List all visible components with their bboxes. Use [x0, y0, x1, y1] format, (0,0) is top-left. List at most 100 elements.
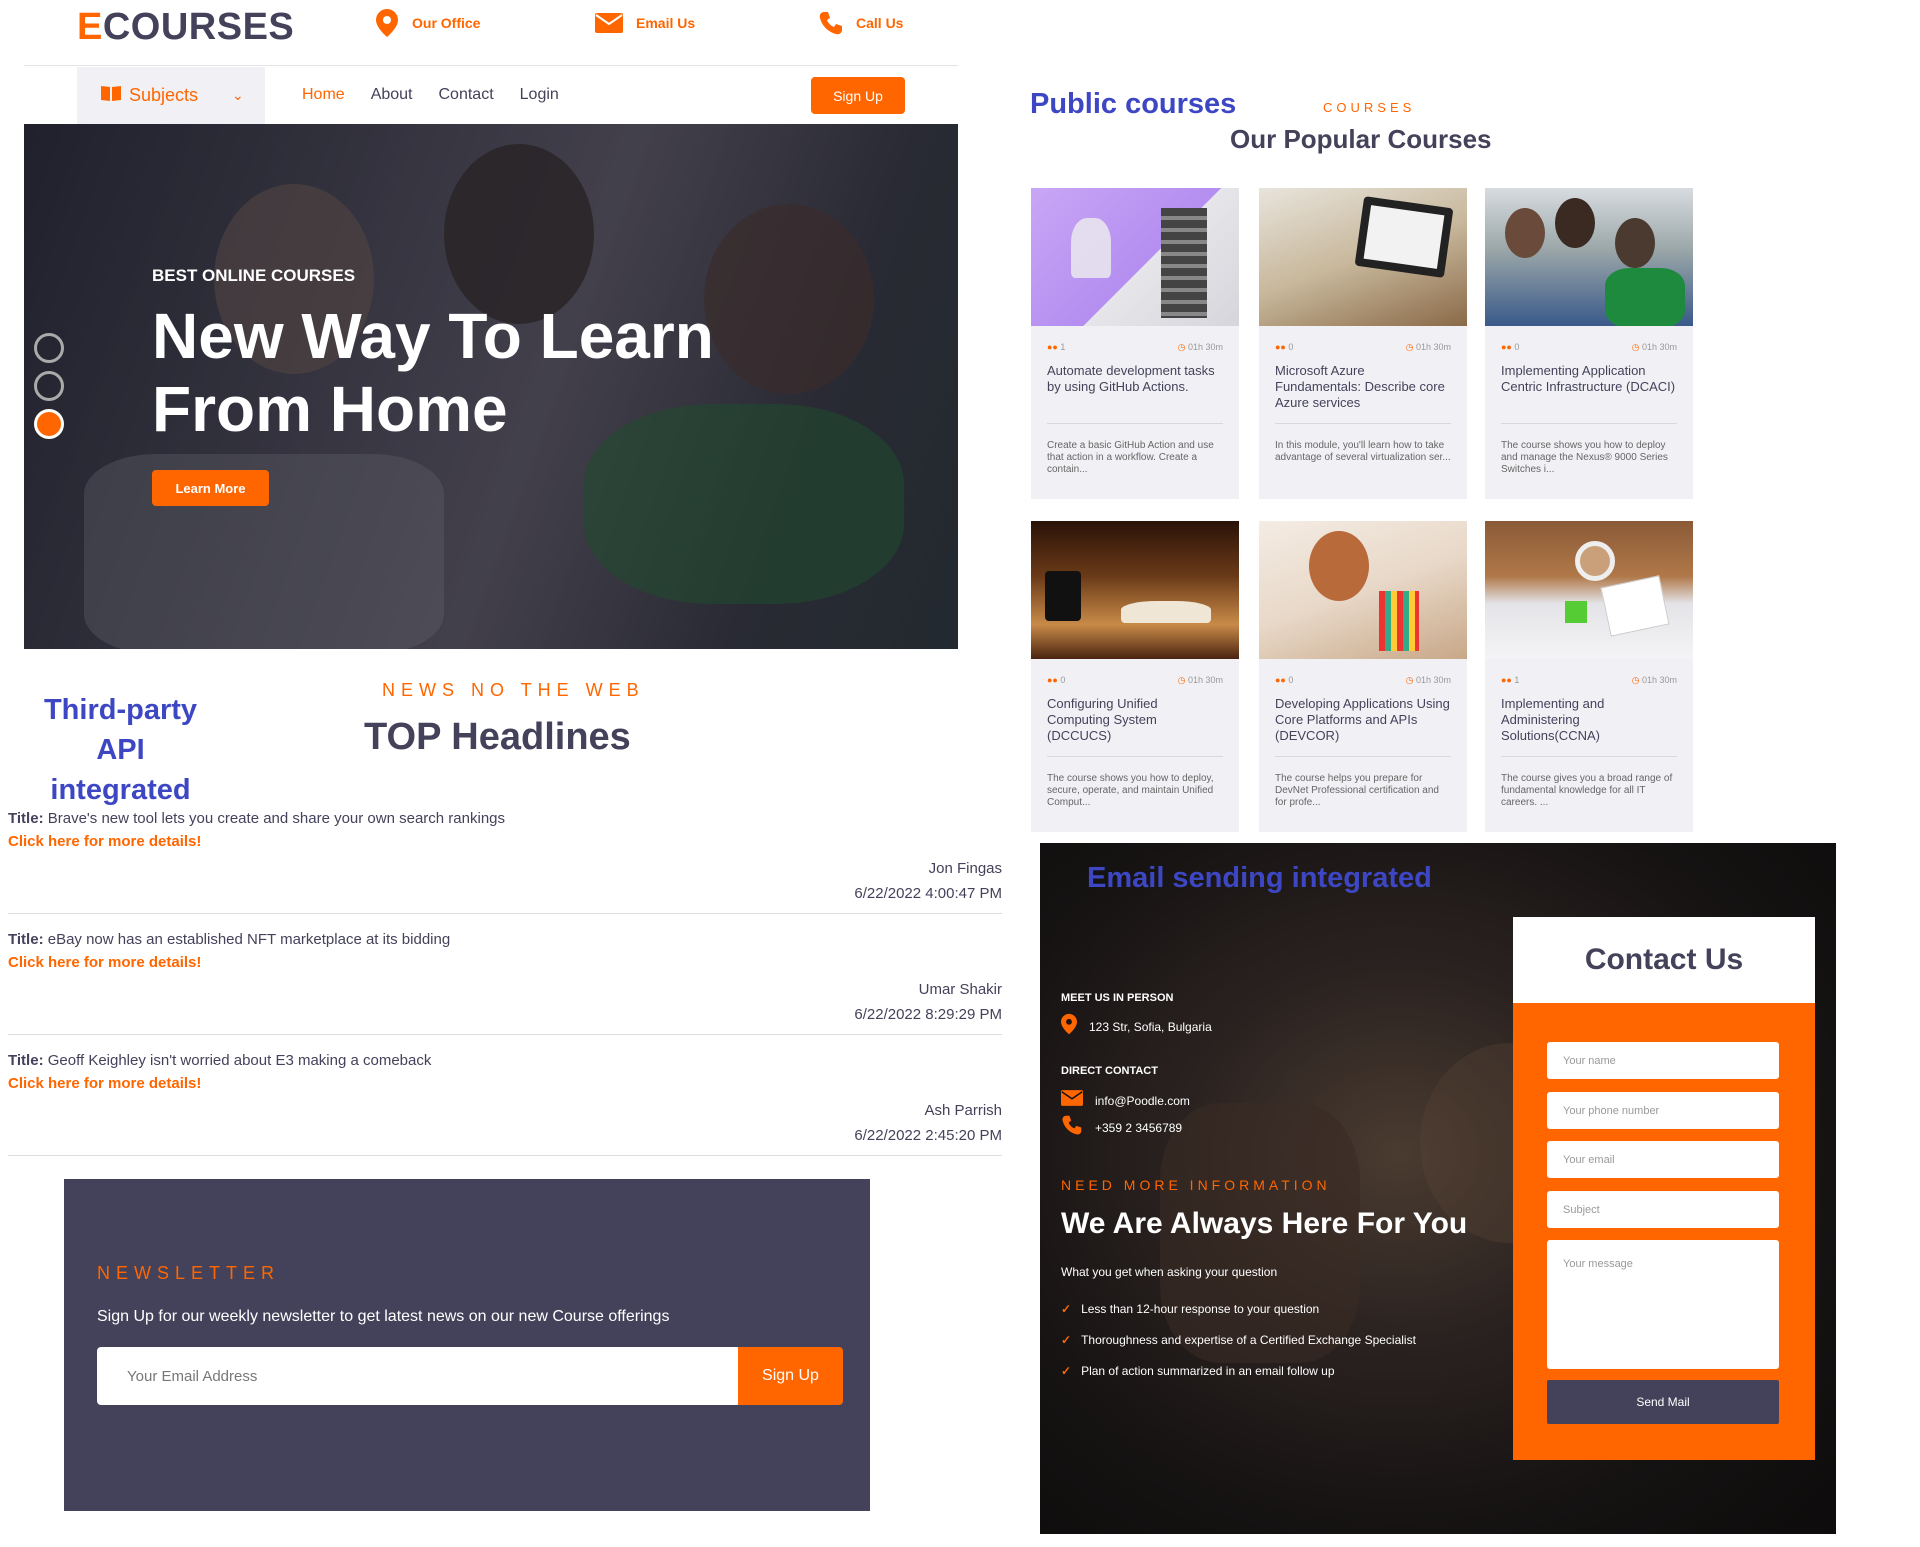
course-meta: ●● 0 ◷ 01h 30m: [1031, 659, 1239, 686]
api-annotation-line1: Third-party API: [43, 694, 198, 766]
check-icon: ✓: [1061, 1333, 1072, 1347]
logo-text: COURSES: [102, 6, 295, 48]
course-title: Implementing and Administering Solutions…: [1501, 696, 1605, 743]
course-title: Configuring Unified Computing System (DC…: [1047, 696, 1158, 743]
nav-contact[interactable]: Contact: [439, 86, 494, 104]
course-duration: ◷ 01h 30m: [1406, 675, 1451, 686]
course-image: [1259, 521, 1467, 659]
carousel-dot-1[interactable]: [34, 333, 64, 363]
students-count: ●● 0: [1275, 342, 1293, 353]
hero-title-line1: New Way To Learn: [152, 300, 714, 372]
header-divider: [24, 65, 958, 66]
header-office[interactable]: Our Office: [374, 9, 480, 37]
course-card[interactable]: ●● 0 ◷ 01h 30m Implementing Application …: [1485, 188, 1693, 499]
students-value: 0: [1514, 342, 1520, 352]
check-icon: ✓: [1061, 1364, 1072, 1378]
learn-more-button[interactable]: Learn More: [152, 470, 269, 506]
students-count: ●● 0: [1047, 675, 1065, 686]
subject-input[interactable]: Subject: [1547, 1191, 1779, 1228]
clock-icon: ◷: [1405, 342, 1414, 352]
course-duration: ◷ 01h 30m: [1178, 675, 1223, 686]
nav-home[interactable]: Home: [302, 86, 345, 104]
site-logo[interactable]: ECOURSES: [77, 6, 294, 49]
clock-icon: ◷: [1405, 675, 1414, 685]
users-icon: ●●: [1501, 342, 1512, 352]
course-card[interactable]: ●● 0 ◷ 01h 30m Developing Applications U…: [1259, 521, 1467, 832]
course-meta: ●● 1 ◷ 01h 30m: [1031, 326, 1239, 353]
newsletter-email-input[interactable]: Your Email Address: [97, 1347, 738, 1405]
phone-icon: [1061, 1114, 1083, 1141]
course-card[interactable]: ●● 1 ◷ 01h 30m Automate development task…: [1031, 188, 1239, 499]
duration-value: 01h 30m: [1415, 675, 1451, 685]
email-input[interactable]: Your email: [1547, 1141, 1779, 1178]
carousel-dot-3[interactable]: [34, 409, 64, 439]
course-description: Create a basic GitHub Action and use tha…: [1047, 440, 1214, 475]
name-input[interactable]: Your name: [1547, 1042, 1779, 1079]
benefit-item: ✓ Thoroughness and expertise of a Certifi…: [1061, 1333, 1416, 1347]
course-image: [1031, 188, 1239, 326]
api-annotation-line2: integrated: [50, 774, 191, 806]
course-image: [1259, 188, 1467, 326]
courses-eyebrow: COURSES: [1323, 100, 1416, 115]
envelope-icon: [594, 10, 624, 36]
hero-carousel: BEST ONLINE COURSES New Way To Learn Fro…: [24, 124, 958, 649]
news-details-link[interactable]: Click here for more details!: [8, 1075, 1002, 1092]
news-details-link[interactable]: Click here for more details!: [8, 833, 1002, 850]
news-item-title: Title: Brave's new tool lets you create …: [8, 810, 1002, 827]
benefit-item: ✓ Less than 12-hour response to your ques…: [1061, 1302, 1319, 1316]
contact-eyebrow: NEED MORE INFORMATION: [1061, 1177, 1331, 1193]
title-label: Title:: [8, 1052, 44, 1069]
students-count: ●● 1: [1047, 342, 1065, 353]
news-author: Jon Fingas: [928, 860, 1002, 877]
clock-icon: ◷: [1631, 675, 1640, 685]
phone-input[interactable]: Your phone number: [1547, 1092, 1779, 1129]
course-meta: ●● 1 ◷ 01h 30m: [1485, 659, 1693, 686]
email-row[interactable]: info@Poodle.com: [1061, 1090, 1190, 1111]
nav-about[interactable]: About: [371, 86, 413, 104]
students-value: 0: [1288, 342, 1294, 352]
students-count: ●● 0: [1275, 675, 1293, 686]
main-nav: Home About Contact Login: [302, 86, 559, 104]
send-mail-button[interactable]: Send Mail: [1547, 1380, 1779, 1424]
students-value: 1: [1514, 675, 1520, 685]
course-card[interactable]: ●● 1 ◷ 01h 30m Implementing and Administ…: [1485, 521, 1693, 832]
carousel-dot-2[interactable]: [34, 371, 64, 401]
course-card[interactable]: ●● 0 ◷ 01h 30m Configuring Unified Compu…: [1031, 521, 1239, 832]
course-title: Microsoft Azure Fundamentals: Describe c…: [1275, 363, 1445, 410]
news-item-title: Title: Geoff Keighley isn't worried abou…: [8, 1052, 1002, 1069]
api-annotation: Third-party API integrated: [18, 690, 223, 810]
news-item-title: Title: eBay now has an established NFT m…: [8, 931, 1002, 948]
news-author: Ash Parrish: [924, 1102, 1002, 1119]
course-description: The course helps you prepare for DevNet …: [1275, 773, 1439, 808]
header-email[interactable]: Email Us: [594, 10, 695, 36]
news-headline: eBay now has an established NFT marketpl…: [47, 931, 451, 948]
duration-value: 01h 30m: [1415, 342, 1451, 352]
students-count: ●● 0: [1501, 342, 1519, 353]
course-image: [1485, 188, 1693, 326]
news-headline: Brave's new tool lets you create and sha…: [47, 810, 506, 827]
clock-icon: ◷: [1177, 675, 1186, 685]
news-details-link[interactable]: Click here for more details!: [8, 954, 1002, 971]
students-count: ●● 1: [1501, 675, 1519, 686]
phone-icon: [818, 10, 844, 36]
course-title: Developing Applications Using Core Platf…: [1275, 696, 1450, 743]
benefit-text: Less than 12-hour response to your quest…: [1081, 1302, 1320, 1316]
contact-form-title: Contact Us: [1513, 917, 1815, 1003]
chevron-down-icon: ⌄: [232, 87, 244, 103]
course-card[interactable]: ●● 0 ◷ 01h 30m Microsoft Azure Fundament…: [1259, 188, 1467, 499]
phone-row[interactable]: +359 2 3456789: [1061, 1114, 1182, 1141]
duration-value: 01h 30m: [1641, 342, 1677, 352]
check-icon: ✓: [1061, 1302, 1072, 1316]
newsletter-signup-button[interactable]: Sign Up: [738, 1347, 843, 1405]
map-pin-icon: [1061, 1013, 1077, 1040]
title-label: Title:: [8, 810, 44, 827]
header-call[interactable]: Call Us: [818, 10, 903, 36]
subjects-dropdown[interactable]: Subjects ⌄: [77, 67, 265, 124]
signup-button[interactable]: Sign Up: [811, 77, 905, 114]
course-duration: ◷ 01h 30m: [1406, 342, 1451, 353]
nav-login[interactable]: Login: [520, 86, 559, 104]
news-item: Title: eBay now has an established NFT m…: [8, 931, 1002, 1035]
contact-subtitle: What you get when asking your question: [1061, 1265, 1278, 1279]
message-textarea[interactable]: Your message: [1547, 1240, 1779, 1369]
news-item: Title: Geoff Keighley isn't worried abou…: [8, 1052, 1002, 1156]
